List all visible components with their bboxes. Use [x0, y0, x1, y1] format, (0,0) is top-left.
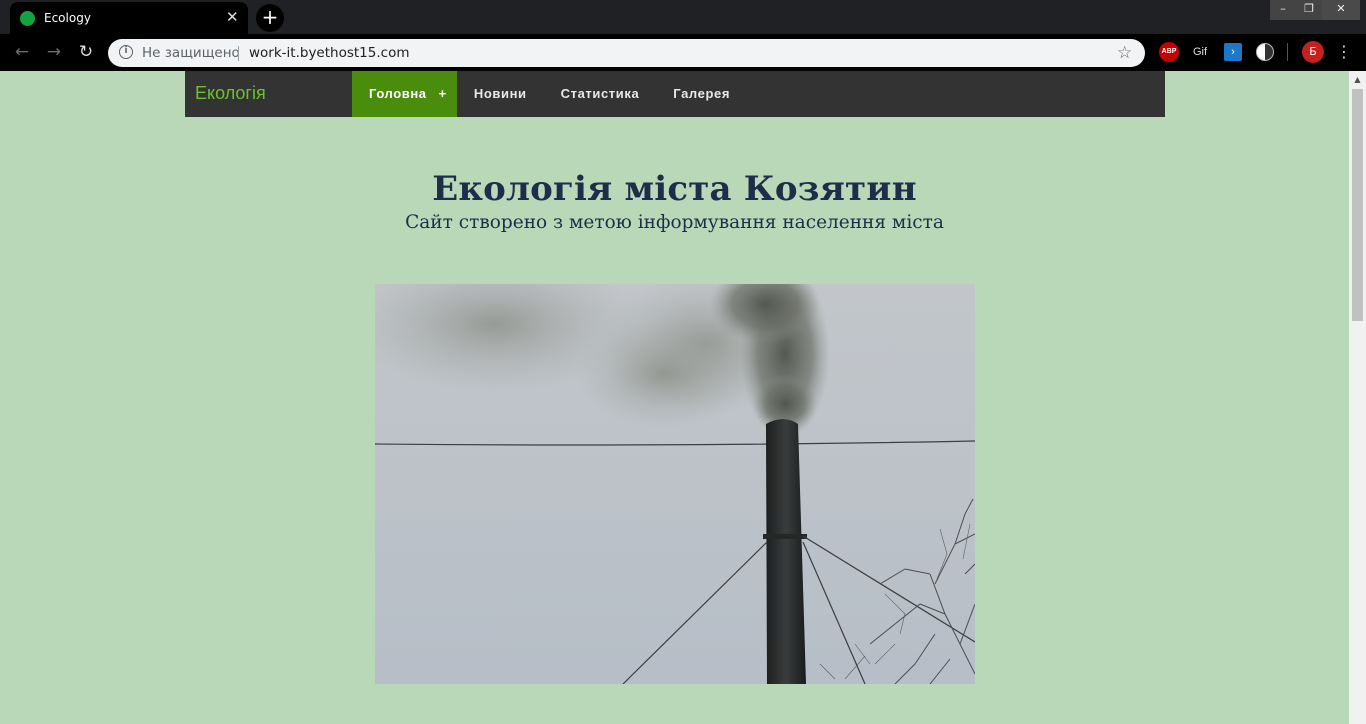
smokestack-illustration — [375, 284, 975, 684]
browser-menu-icon[interactable]: ⋮ — [1336, 41, 1352, 63]
profile-avatar[interactable]: Б — [1302, 41, 1324, 63]
site-menu: Головна + Новини Статистика Галерея — [352, 71, 747, 117]
page-subtitle: Сайт створено з метою інформування насел… — [405, 212, 944, 233]
address-bar[interactable]: i Не защищено work-it.byethost15.com ☆ — [108, 39, 1145, 67]
scrollbar-thumb[interactable] — [1352, 89, 1363, 321]
arrow-extension-icon[interactable]: › — [1224, 43, 1242, 61]
url-text[interactable]: work-it.byethost15.com — [249, 45, 409, 61]
info-icon[interactable]: i — [119, 45, 133, 59]
bookmark-star-icon[interactable]: ☆ — [1117, 43, 1132, 63]
tab-close-icon[interactable]: ✕ — [226, 9, 239, 25]
reload-icon[interactable]: ↻ — [75, 41, 97, 63]
tab-title: Ecology — [44, 11, 91, 25]
tab-favicon-icon — [20, 11, 35, 26]
browser-toolbar: ← → ↻ i Не защищено work-it.byethost15.c… — [0, 34, 1366, 71]
menu-item-label: Головна — [369, 86, 427, 101]
menu-item-home[interactable]: Головна + — [352, 71, 457, 117]
address-divider — [238, 46, 239, 61]
window-close-button[interactable]: ✕ — [1322, 0, 1360, 20]
back-arrow-icon[interactable]: ← — [11, 41, 33, 63]
window-maximize-button[interactable]: ❐ — [1296, 0, 1322, 20]
browser-titlebar: Ecology ✕ + – ❐ ✕ — [0, 0, 1366, 34]
menu-item-news[interactable]: Новини — [457, 71, 544, 117]
menu-item-statistics[interactable]: Статистика — [544, 71, 657, 117]
expand-plus-icon[interactable]: + — [439, 86, 447, 101]
browser-tab[interactable]: Ecology ✕ — [10, 2, 248, 34]
forward-arrow-icon[interactable]: → — [43, 41, 65, 63]
window-minimize-button[interactable]: – — [1270, 0, 1296, 20]
toolbar-divider — [1287, 43, 1288, 61]
site-navbar: Екологія Головна + Новини Статистика Гале… — [185, 71, 1165, 117]
site-brand[interactable]: Екологія — [195, 83, 266, 104]
adblock-extension-icon[interactable]: ABP — [1159, 42, 1179, 62]
menu-item-gallery[interactable]: Галерея — [656, 71, 747, 117]
new-tab-button[interactable]: + — [256, 4, 284, 32]
scroll-up-arrow-icon[interactable]: ▲ — [1349, 71, 1366, 88]
page-viewport: Екологія Головна + Новини Статистика Гале… — [0, 71, 1349, 724]
page-scrollbar[interactable]: ▲ — [1349, 71, 1366, 724]
security-status[interactable]: Не защищено — [142, 45, 240, 61]
contrast-extension-icon[interactable] — [1256, 43, 1274, 61]
smokestack-photo — [375, 284, 975, 684]
gif-extension-icon[interactable]: Gif — [1190, 42, 1210, 62]
page-title: Екологія міста Козятин — [432, 169, 917, 209]
